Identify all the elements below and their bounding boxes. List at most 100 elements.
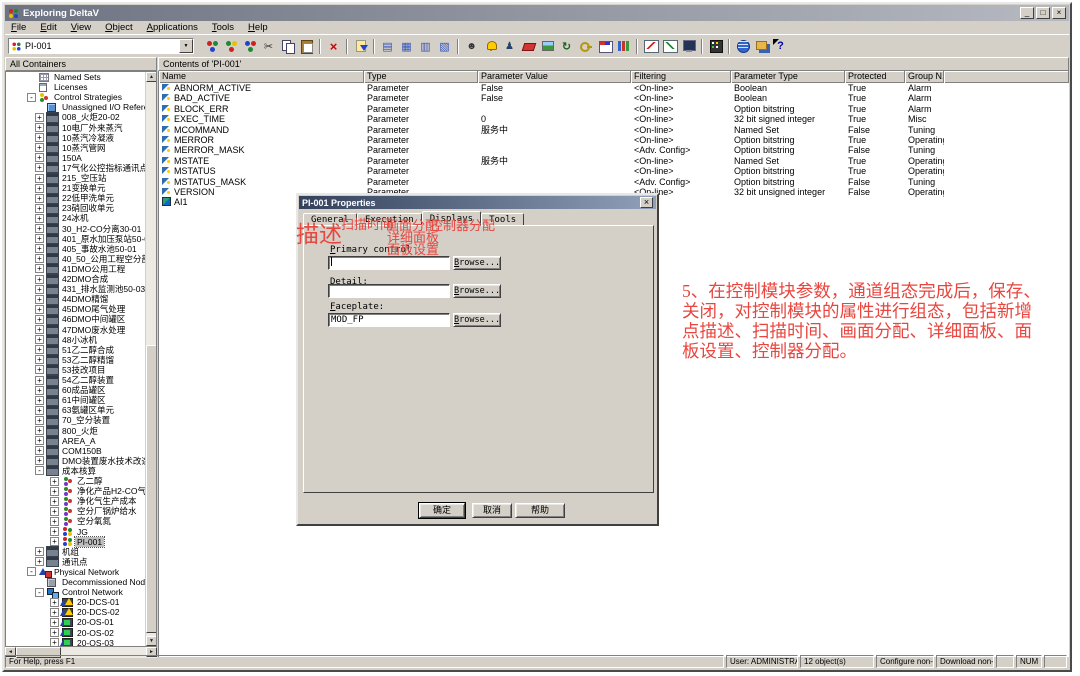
expand-icon[interactable]: + <box>50 638 59 646</box>
faceplate-input[interactable]: MOD_FP <box>328 313 450 327</box>
app-launcher-2-button[interactable] <box>221 37 240 55</box>
column-header-type[interactable]: Type <box>364 71 478 83</box>
cut-button[interactable]: ✂ <box>259 37 278 55</box>
tree-item[interactable]: Decommissioned Nodes <box>6 577 146 587</box>
expand-icon[interactable]: + <box>35 275 44 284</box>
help-button[interactable]: 帮助 <box>515 503 565 518</box>
tree-item[interactable]: +401_原水加压泵站50-03 <box>6 234 146 244</box>
table-row[interactable]: MERRORParameter<On-line>Option bitstring… <box>159 135 1069 145</box>
tree-item[interactable]: +008_火炬20-02 <box>6 112 146 122</box>
detail-input[interactable] <box>328 284 450 298</box>
tree-item[interactable]: +20-OS-01 <box>6 617 146 627</box>
column-header-parameter-type[interactable]: Parameter Type <box>731 71 845 83</box>
primary-control-browse-button[interactable]: Browse... <box>453 256 501 270</box>
expand-icon[interactable]: + <box>35 174 44 183</box>
expand-icon[interactable]: + <box>35 315 44 324</box>
tree-item[interactable]: +54乙二醇装置 <box>6 375 146 385</box>
expand-icon[interactable]: + <box>35 153 44 162</box>
table-row[interactable]: MSTATUSParameter<On-line>Option bitstrin… <box>159 166 1069 176</box>
tree-item[interactable]: +22低甲洗单元 <box>6 193 146 203</box>
expand-icon[interactable]: + <box>35 376 44 385</box>
expand-icon[interactable]: + <box>35 426 44 435</box>
menu-help[interactable]: Help <box>242 22 276 33</box>
primary-control-input[interactable] <box>328 256 450 270</box>
tree-item[interactable]: +20-OS-02 <box>6 628 146 638</box>
collapse-icon[interactable]: - <box>35 466 44 475</box>
scroll-up-icon[interactable]: ▲ <box>146 72 157 82</box>
expand-icon[interactable]: + <box>35 214 44 223</box>
table-row[interactable]: MERROR_MASKParameter<Adv. Config>Option … <box>159 145 1069 155</box>
large-buttons-view-icon[interactable]: ▤ <box>378 37 397 55</box>
expand-icon[interactable]: + <box>35 184 44 193</box>
tree-item[interactable]: +42DMO合成 <box>6 274 146 284</box>
expand-icon[interactable]: + <box>50 628 59 637</box>
expand-icon[interactable]: + <box>35 446 44 455</box>
expand-icon[interactable]: + <box>50 537 59 546</box>
tree-item[interactable]: +10蒸汽冷凝液 <box>6 133 146 143</box>
column-header-filtering[interactable]: Filtering <box>631 71 731 83</box>
tree-item[interactable]: +53技改项目 <box>6 365 146 375</box>
copy-button[interactable] <box>278 37 297 55</box>
table-row[interactable]: EXEC_TIMEParameter0<On-line>32 bit signe… <box>159 114 1069 124</box>
details-view-button[interactable]: ▧ <box>435 37 454 55</box>
tree-item[interactable]: +405_事故水池50-01 <box>6 244 146 254</box>
expand-icon[interactable]: + <box>35 305 44 314</box>
tree-item[interactable]: +21变换单元 <box>6 183 146 193</box>
tree-item[interactable]: +空分氧氮 <box>6 516 146 526</box>
license-cards-button[interactable] <box>752 37 771 55</box>
context-help-button[interactable]: ? <box>771 37 790 55</box>
app-launcher-3-button[interactable] <box>240 37 259 55</box>
expand-icon[interactable]: + <box>35 285 44 294</box>
tree-item[interactable]: +20-DCS-02 <box>6 607 146 617</box>
table-row[interactable]: BAD_ACTIVEParameterFalse<On-line>Boolean… <box>159 93 1069 103</box>
tree-item[interactable]: +215_空压站 <box>6 173 146 183</box>
tree-item[interactable]: +机组 <box>6 547 146 557</box>
list-view-button[interactable]: ▥ <box>416 37 435 55</box>
tree-item[interactable]: +70_空分装置 <box>6 415 146 425</box>
tree-item[interactable]: +20-OS-03 <box>6 638 146 646</box>
tree-item[interactable]: -Physical Network <box>6 567 146 577</box>
expand-icon[interactable]: + <box>35 557 44 566</box>
expand-icon[interactable]: + <box>50 517 59 526</box>
tree-item[interactable]: +61中间罐区 <box>6 395 146 405</box>
app-launcher-1-button[interactable] <box>202 37 221 55</box>
expand-icon[interactable]: + <box>35 547 44 556</box>
menu-applications[interactable]: Applications <box>141 22 206 33</box>
tree-item[interactable]: +DMO装置废水技术改造 <box>6 456 146 466</box>
tree-item[interactable]: Named Sets <box>6 72 146 82</box>
close-button[interactable]: × <box>1052 7 1066 19</box>
monitor-button[interactable] <box>679 37 698 55</box>
tree-item[interactable]: +46DMO中间罐区 <box>6 314 146 324</box>
tree-item[interactable]: +48小冰机 <box>6 335 146 345</box>
tree-item[interactable]: +净化产品H2-CO气生产 <box>6 486 146 496</box>
batch-film-button[interactable] <box>706 37 725 55</box>
tree-item[interactable]: +PI-001 <box>6 537 146 547</box>
database-table-button[interactable] <box>595 37 614 55</box>
tree-item[interactable]: +20-DCS-01 <box>6 597 146 607</box>
table-row[interactable]: ABNORM_ACTIVEParameterFalse<On-line>Bool… <box>159 83 1069 93</box>
menu-edit[interactable]: Edit <box>34 22 64 33</box>
user-accounts-button[interactable]: ☻ <box>462 37 481 55</box>
tree-item[interactable]: +41DMO公用工程 <box>6 264 146 274</box>
table-row[interactable]: MSTATEParameter服务中<On-line>Named SetTrue… <box>159 156 1069 166</box>
tree-item[interactable]: +45DMO尾气处理 <box>6 304 146 314</box>
tree-item[interactable]: +JG <box>6 527 146 537</box>
expand-icon[interactable]: + <box>35 436 44 445</box>
tune-chart-button[interactable] <box>660 37 679 55</box>
menu-file[interactable]: File <box>5 22 34 33</box>
tree-item[interactable]: +净化气生产成本 <box>6 496 146 506</box>
picture-button[interactable] <box>538 37 557 55</box>
expand-icon[interactable]: + <box>50 618 59 627</box>
expand-icon[interactable]: + <box>35 325 44 334</box>
security-key-button[interactable] <box>576 37 595 55</box>
expand-icon[interactable]: + <box>50 608 59 617</box>
expand-icon[interactable]: + <box>35 386 44 395</box>
paste-button[interactable] <box>297 37 316 55</box>
tree-item[interactable]: +30_H2-CO分离30-01 <box>6 224 146 234</box>
expand-icon[interactable]: + <box>35 234 44 243</box>
expand-icon[interactable]: + <box>35 335 44 344</box>
tree-item[interactable]: +17气化公控指标通讯点 <box>6 163 146 173</box>
expand-icon[interactable]: + <box>35 113 44 122</box>
expand-icon[interactable]: + <box>35 355 44 364</box>
tree-item[interactable]: +40_50_公用工程空分部分 <box>6 254 146 264</box>
